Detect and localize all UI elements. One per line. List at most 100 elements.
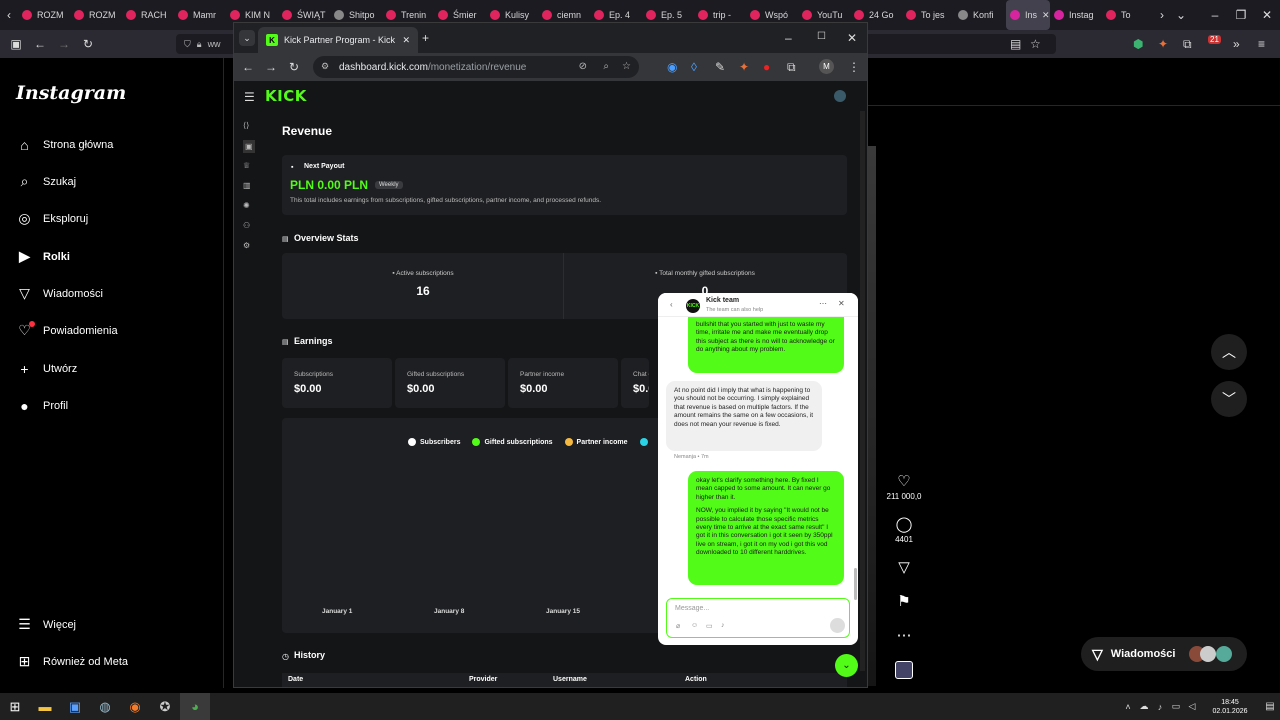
instagram-logo[interactable]: Instagram [16, 82, 126, 104]
extension-drop-icon[interactable]: ◊ [691, 60, 697, 74]
trophy-icon[interactable]: ♕ [243, 161, 250, 170]
sidebar-toggle-icon[interactable]: ▣ [4, 37, 28, 51]
user-avatar[interactable] [834, 90, 846, 102]
mic-icon[interactable]: ♪ [721, 622, 725, 629]
also-from-meta-button[interactable]: ⊞ Również od Meta [16, 653, 128, 670]
notifications-icon[interactable]: ▤ [1260, 701, 1280, 712]
nav-item-avatar[interactable]: ● Profil [16, 397, 68, 414]
users-icon[interactable]: ⚇ [243, 221, 250, 230]
reload-icon[interactable]: ↻ [76, 37, 100, 51]
more-button[interactable]: ☰ Więcej [16, 616, 76, 633]
audio-thumbnail[interactable] [895, 661, 913, 679]
kick-logo[interactable]: KICK [265, 87, 307, 105]
monitor-app-icon[interactable]: ▣ [60, 693, 90, 720]
next-reel-button[interactable]: ﹀ [1211, 381, 1247, 417]
gif-icon[interactable]: ▭ [706, 622, 713, 630]
history-column-header[interactable]: Username [553, 676, 587, 683]
app-icon[interactable]: ✪ [150, 693, 180, 720]
firefox-tab[interactable]: Konfi [954, 0, 1006, 30]
bookmark-star-icon[interactable]: ☆ [1030, 37, 1041, 51]
comment-button[interactable]: ◯ 4401 [885, 515, 923, 544]
close-tab-icon[interactable]: ✕ [402, 35, 410, 46]
dashboard-icon[interactable]: ▣ [243, 140, 255, 153]
chat-launcher-button[interactable]: ⌄ [835, 654, 858, 677]
legend-entry[interactable]: Subscribers [408, 438, 460, 446]
extension-fox-icon[interactable]: ✦ [739, 60, 749, 74]
extension-shield-icon[interactable]: ⬢ [1133, 37, 1143, 51]
chrome-tab-kick[interactable]: K Kick Partner Program - Kick Da ✕ [258, 27, 418, 53]
legend-entry[interactable] [639, 438, 652, 446]
extensions-icon[interactable]: ⧉ [1183, 37, 1192, 52]
firefox-tab[interactable]: RACH [122, 0, 174, 30]
chat-scrollbar[interactable] [854, 568, 857, 600]
restore-icon[interactable]: ❐ [1228, 8, 1254, 22]
tab-list-icon[interactable]: ⌄ [1170, 8, 1192, 22]
mic-icon[interactable]: ♪ [1152, 702, 1168, 712]
close-tab-icon[interactable]: ✕ [1042, 10, 1050, 21]
clock[interactable]: 18:45 02.01.2026 [1206, 698, 1254, 716]
nav-item-send[interactable]: ▽ Wiadomości [16, 285, 103, 302]
history-column-header[interactable]: Provider [469, 676, 497, 683]
menu-icon[interactable]: ≡ [1258, 37, 1265, 51]
chrome-icon[interactable]: ◕ [180, 693, 210, 720]
firefox-tab[interactable]: Instag [1050, 0, 1102, 30]
firefox-tab[interactable]: To [1102, 0, 1154, 30]
extension-fox-icon[interactable]: ✦ [1158, 37, 1168, 51]
tray-expand-icon[interactable]: ˄ [1120, 702, 1136, 712]
tab-scroll-left-icon[interactable]: ‹ [0, 8, 18, 22]
history-column-header[interactable]: Date [288, 676, 303, 683]
chrome-maximize-icon[interactable]: ☐ [817, 31, 826, 42]
page-scrollbar[interactable] [860, 111, 865, 671]
firefox-tab[interactable]: ROZM [70, 0, 122, 30]
firefox-tab[interactable]: Mamr [174, 0, 226, 30]
settings-icon[interactable]: ⚙ [243, 241, 250, 250]
reader-view-icon[interactable]: ▤ [1010, 37, 1021, 51]
site-info-icon[interactable]: ⚙ [321, 61, 329, 72]
more-options-button[interactable]: ⋯ [885, 626, 923, 646]
chart-icon[interactable]: ▥ [243, 181, 251, 190]
bookmark-star-icon[interactable]: ☆ [622, 61, 631, 72]
profile-avatar[interactable]: M [819, 59, 834, 74]
forward-icon[interactable]: → [265, 60, 277, 74]
messages-pill[interactable]: ▽ Wiadomości [1081, 637, 1247, 671]
bug-icon[interactable]: ✺ [243, 201, 250, 210]
attach-icon[interactable]: ⌀ [676, 622, 680, 630]
previous-reel-button[interactable]: ︿ [1211, 334, 1247, 370]
chat-close-icon[interactable]: ✕ [838, 299, 845, 308]
overflow-icon[interactable]: » [1233, 37, 1240, 51]
legend-entry[interactable]: Partner income [564, 438, 628, 446]
omnibox[interactable]: ⚙ dashboard.kick.com/monetization/revenu… [313, 56, 639, 78]
chrome-menu-icon[interactable]: ⋮ [848, 60, 860, 74]
code-icon[interactable]: ⟨⟩ [243, 121, 249, 130]
hamburger-icon[interactable]: ☰ [244, 90, 255, 104]
send-button[interactable] [830, 618, 845, 633]
volume-icon[interactable]: ◁ [1184, 701, 1200, 712]
chat-input-box[interactable]: Message... ⌀ ☺ ▭ ♪ [666, 598, 850, 638]
firefox-tab[interactable]: To jes [902, 0, 954, 30]
minimize-icon[interactable]: – [1202, 8, 1228, 22]
nav-item-home[interactable]: ⌂ Strona główna [16, 136, 113, 153]
forward-icon[interactable]: → [52, 37, 76, 51]
chat-more-icon[interactable]: ⋯ [819, 299, 827, 308]
chrome-minimize-icon[interactable]: – [785, 31, 792, 45]
like-button[interactable]: ♡ 211 000,0 [885, 472, 923, 501]
legend-entry[interactable]: Gifted subscriptions [472, 438, 553, 446]
network-icon[interactable]: ▭ [1168, 701, 1184, 712]
share-button[interactable]: ▽ [885, 558, 923, 578]
firefox-icon[interactable]: ◉ [120, 693, 150, 720]
back-icon[interactable]: ← [242, 60, 254, 74]
back-icon[interactable]: ← [28, 37, 52, 51]
tab-search-icon[interactable]: ⌄ [239, 30, 255, 46]
file-explorer-icon[interactable]: ▬ [30, 693, 60, 720]
notification-badge[interactable]: 21 [1208, 35, 1221, 44]
extension-blue-icon[interactable]: ◉ [667, 60, 677, 74]
firefox-tab[interactable]: ROZM [18, 0, 70, 30]
extension-pin-icon[interactable]: ✎ [715, 60, 725, 74]
start-icon[interactable]: ⊞ [0, 693, 30, 720]
chrome-close-icon[interactable]: ✕ [847, 31, 857, 45]
tab-scroll-right-icon[interactable]: › [1154, 8, 1170, 22]
muted-icon[interactable]: ⊘ [579, 61, 587, 72]
reload-icon[interactable]: ↻ [289, 60, 299, 74]
new-tab-icon[interactable]: + [422, 31, 429, 45]
nav-item-compass[interactable]: ◎ Eksploruj [16, 210, 88, 227]
